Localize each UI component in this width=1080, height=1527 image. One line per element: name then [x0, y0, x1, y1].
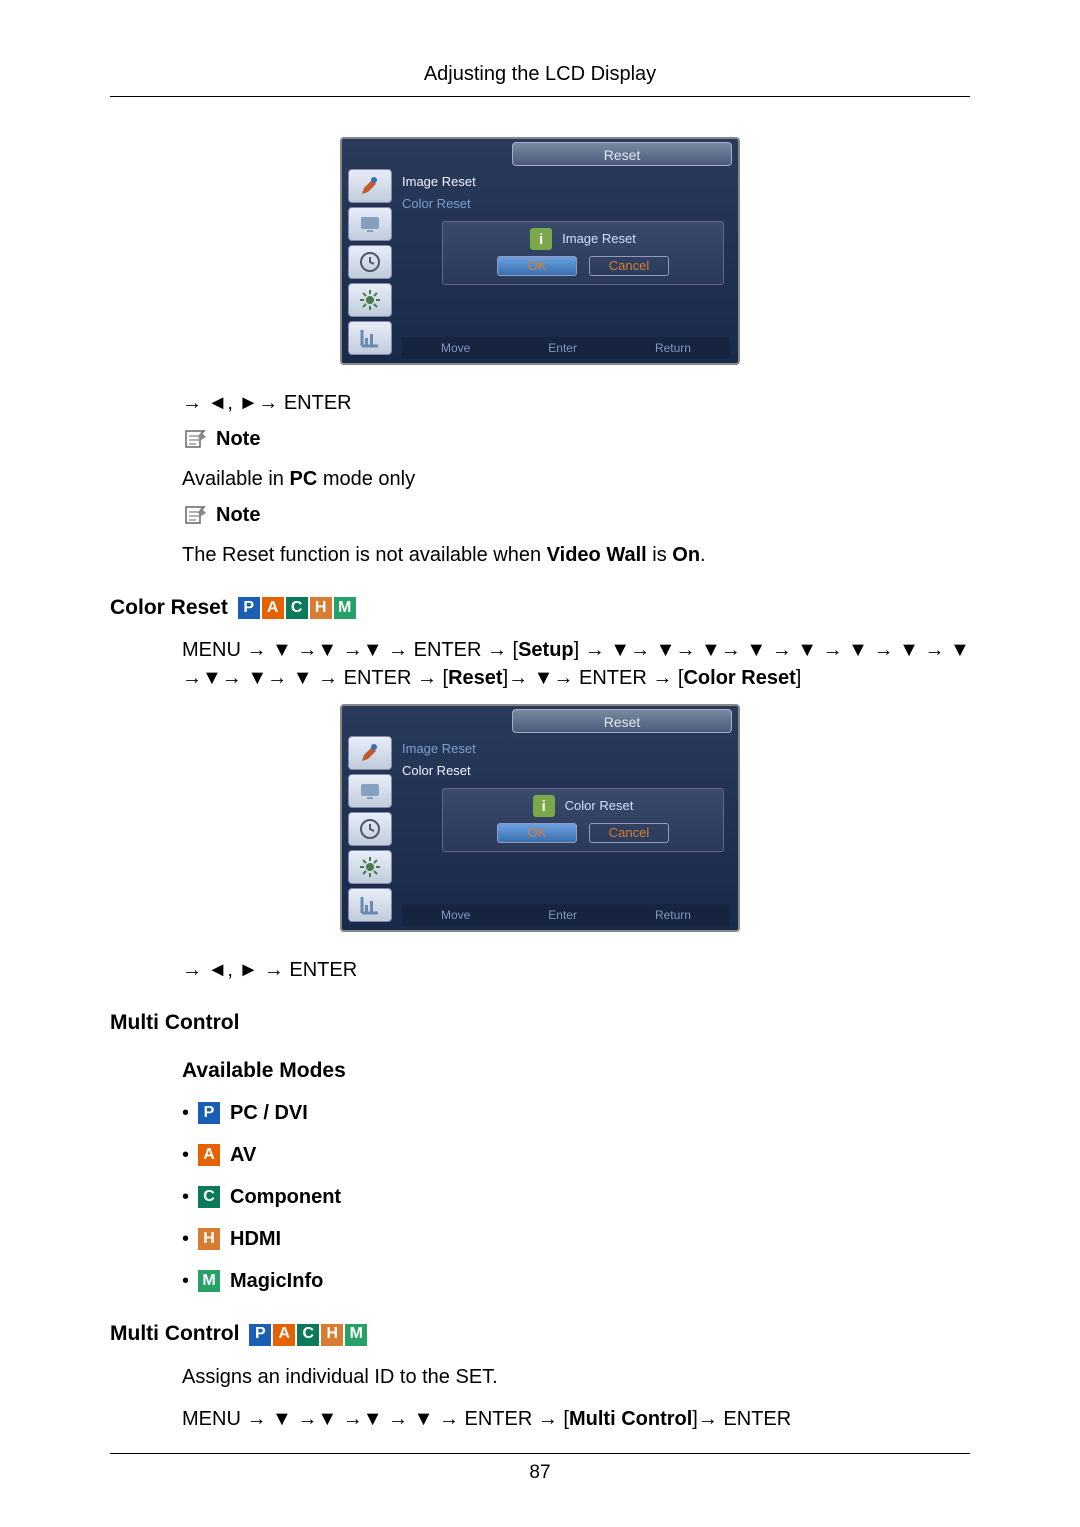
list-item: • A AV: [182, 1141, 970, 1169]
bullet-icon: •: [182, 1141, 188, 1169]
gear-icon: [348, 283, 392, 317]
osd-menu-item-color-reset: Color Reset: [402, 193, 476, 215]
note-icon: [182, 428, 210, 450]
osd-dialog: i Color Reset OK Cancel: [442, 788, 724, 852]
osd-menu-item-color-reset: Color Reset: [402, 760, 476, 782]
clock-icon: [348, 245, 392, 279]
mode-chip-m-icon: M: [334, 597, 356, 619]
bullet-icon: •: [182, 1099, 188, 1127]
osd-screenshot-color-reset: Reset Image Reset Color Reset i Color Re…: [340, 704, 740, 932]
osd-cancel-button: Cancel: [589, 256, 669, 276]
info-icon: i: [533, 795, 555, 817]
osd-dialog: i Image Reset OK Cancel: [442, 221, 724, 285]
list-item: • M MagicInfo: [182, 1267, 970, 1295]
mode-chip-m-icon: M: [198, 1270, 220, 1292]
mode-label-magicinfo: MagicInfo: [230, 1267, 323, 1295]
mode-chips: P A C H M: [249, 1324, 367, 1346]
page-number: 87: [529, 1462, 550, 1483]
mode-chip-a-icon: A: [198, 1144, 220, 1166]
list-item: • C Component: [182, 1183, 970, 1211]
mode-chip-m-icon: M: [345, 1324, 367, 1346]
note-label: Note: [216, 501, 260, 529]
mode-chip-p-icon: P: [249, 1324, 271, 1346]
osd-footer: Move Enter Return: [402, 337, 730, 359]
bullet-icon: •: [182, 1267, 188, 1295]
osd-tab-title: Reset: [512, 709, 732, 733]
osd-sidebar: [348, 736, 396, 922]
subheading-available-modes: Available Modes: [182, 1056, 970, 1085]
heading-color-reset: Color Reset P A C H M: [110, 593, 970, 622]
osd-screenshot-image-reset: Reset Image Reset Color Reset i Image Re…: [340, 137, 740, 365]
osd-footer-enter: Enter: [548, 907, 577, 924]
osd-sidebar: [348, 169, 396, 355]
osd-footer-return: Return: [655, 340, 691, 357]
menu-path-multi-control: MENU → ▼ →▼ →▼ → ▼ → ENTER → [Multi Cont…: [182, 1405, 970, 1433]
note-text-pc-mode: Available in PC mode only: [182, 465, 970, 493]
mode-chip-c-icon: C: [297, 1324, 319, 1346]
mode-label-pc-dvi: PC / DVI: [230, 1099, 308, 1127]
page-header-title: Adjusting the LCD Display: [110, 60, 970, 97]
clock-icon: [348, 812, 392, 846]
mode-chip-h-icon: H: [310, 597, 332, 619]
osd-footer-move: Move: [441, 340, 470, 357]
osd-ok-button: OK: [497, 256, 577, 276]
mode-chip-c-icon: C: [286, 597, 308, 619]
screen-icon: [348, 207, 392, 241]
osd-footer-return: Return: [655, 907, 691, 924]
osd-dialog-title-text: Image Reset: [562, 230, 636, 248]
multi-control-description: Assigns an individual ID to the SET.: [182, 1363, 970, 1391]
document-page: Adjusting the LCD Display Reset Image Re…: [0, 0, 1080, 1527]
list-item: • P PC / DVI: [182, 1099, 970, 1127]
gear-icon: [348, 850, 392, 884]
chart-icon: [348, 321, 392, 355]
brush-icon: [348, 169, 392, 203]
bullet-icon: •: [182, 1183, 188, 1211]
note-text-video-wall: The Reset function is not available when…: [182, 541, 970, 569]
osd-footer: Move Enter Return: [402, 904, 730, 926]
chart-icon: [348, 888, 392, 922]
mode-chip-a-icon: A: [262, 597, 284, 619]
list-item: • H HDMI: [182, 1225, 970, 1253]
mode-label-hdmi: HDMI: [230, 1225, 281, 1253]
osd-tab-title: Reset: [512, 142, 732, 166]
mode-label-component: Component: [230, 1183, 341, 1211]
osd-menu-item-image-reset: Image Reset: [402, 171, 476, 193]
mode-chip-c-icon: C: [198, 1186, 220, 1208]
osd-footer-move: Move: [441, 907, 470, 924]
mode-chip-a-icon: A: [273, 1324, 295, 1346]
page-footer: 87: [110, 1453, 970, 1487]
bullet-icon: •: [182, 1225, 188, 1253]
note-icon: [182, 504, 210, 526]
mode-label-av: AV: [230, 1141, 256, 1169]
available-modes-list: • P PC / DVI • A AV • C Component • H HD…: [182, 1099, 970, 1295]
osd-menu: Image Reset Color Reset: [402, 171, 476, 215]
nav-sequence-2: → ◄, ► → ENTER: [182, 956, 970, 984]
osd-cancel-button: Cancel: [589, 823, 669, 843]
mode-chip-p-icon: P: [238, 597, 260, 619]
info-icon: i: [530, 228, 552, 250]
mode-chip-h-icon: H: [321, 1324, 343, 1346]
heading-multi-control-2: Multi Control P A C H M: [110, 1319, 970, 1348]
screen-icon: [348, 774, 392, 808]
note-label: Note: [216, 425, 260, 453]
mode-chips: P A C H M: [238, 597, 356, 619]
osd-menu: Image Reset Color Reset: [402, 738, 476, 782]
osd-footer-enter: Enter: [548, 340, 577, 357]
mode-chip-p-icon: P: [198, 1102, 220, 1124]
menu-path-color-reset: MENU → ▼ →▼ →▼ → ENTER → [Setup] → ▼→ ▼→…: [182, 636, 970, 692]
osd-ok-button: OK: [497, 823, 577, 843]
nav-sequence-1: → ◄, ►→ ENTER: [182, 389, 970, 417]
mode-chip-h-icon: H: [198, 1228, 220, 1250]
brush-icon: [348, 736, 392, 770]
heading-multi-control: Multi Control: [110, 1008, 970, 1037]
osd-menu-item-image-reset: Image Reset: [402, 738, 476, 760]
osd-dialog-title-text: Color Reset: [565, 797, 634, 815]
